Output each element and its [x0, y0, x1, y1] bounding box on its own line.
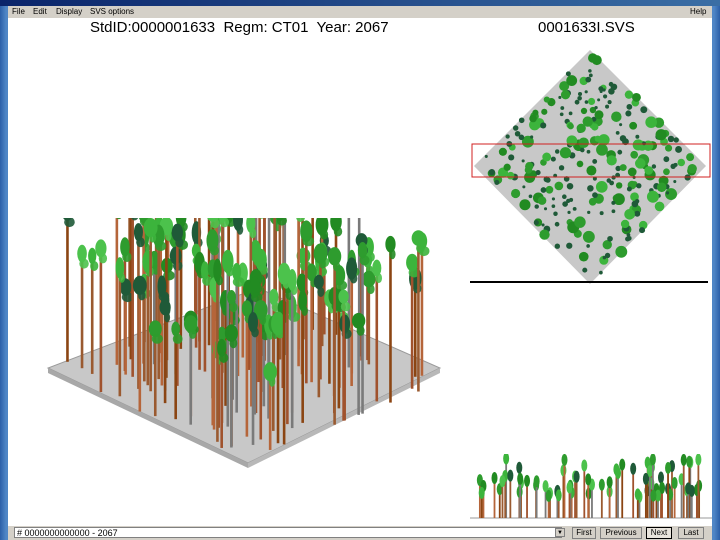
view-divider — [470, 281, 708, 283]
menu-help[interactable]: Help — [690, 6, 706, 18]
menu-svs-options[interactable]: SVS options — [90, 6, 134, 18]
menu-edit[interactable]: Edit — [33, 6, 47, 18]
overhead-plan-view[interactable] — [470, 48, 712, 284]
first-button[interactable]: First — [572, 527, 596, 539]
previous-button[interactable]: Previous — [600, 527, 642, 539]
stand-selector-field[interactable]: # 0000000000000 - 2067 — [14, 527, 562, 538]
stand-view-canvas: StdID:0000001633 Regm: CT01 Year: 2067 0… — [8, 18, 712, 526]
next-button[interactable]: Next — [646, 527, 672, 539]
menu-bar: File Edit Display SVS options Help — [8, 6, 712, 18]
last-button[interactable]: Last — [678, 527, 704, 539]
stand-info-title: StdID:0000001633 Regm: CT01 Year: 2067 — [90, 19, 389, 36]
menu-display[interactable]: Display — [56, 6, 82, 18]
svs-file-name: 0001633I.SVS — [538, 19, 635, 36]
app-window: File Edit Display SVS options Help StdID… — [0, 0, 720, 540]
perspective-stand-view — [46, 218, 442, 468]
profile-view — [470, 454, 712, 519]
menu-file[interactable]: File — [12, 6, 25, 18]
status-bar: # 0000000000000 - 2067 ▼ First Previous … — [8, 526, 712, 540]
chevron-down-icon[interactable]: ▼ — [555, 528, 565, 537]
